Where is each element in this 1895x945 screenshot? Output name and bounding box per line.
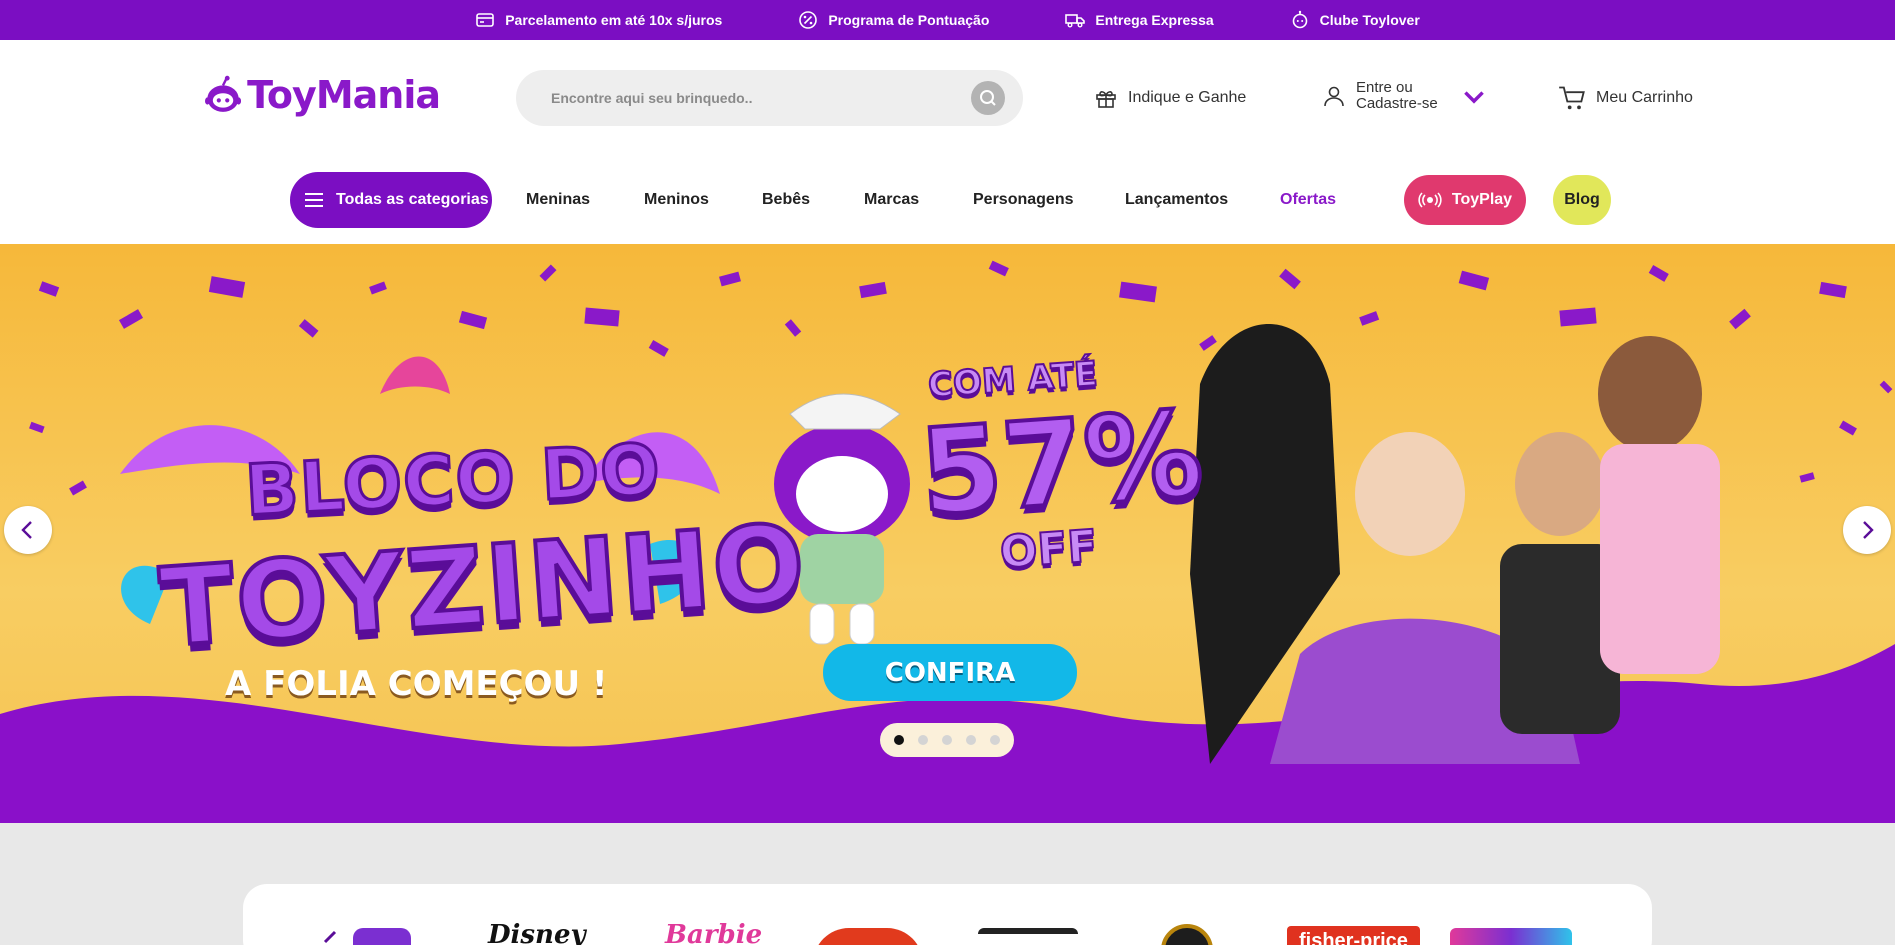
site-header: ToyMania Indique e Ganhe Entre ou Cadast… [0, 40, 1895, 244]
cart-label: Meu Carrinho [1596, 89, 1693, 106]
gift-icon [1096, 91, 1116, 108]
cart-icon [1559, 86, 1585, 110]
indique-e-ganhe-link[interactable]: Indique e Ganhe [1094, 86, 1246, 110]
carousel-dot-3[interactable] [942, 735, 952, 745]
promo-club[interactable]: Clube Toylover [1290, 10, 1420, 30]
all-categories-label: Todas as categorias [336, 191, 489, 208]
promo-label: Entrega Expressa [1095, 12, 1214, 28]
promo-label: Programa de Pontuação [828, 12, 990, 28]
carousel-dot-2[interactable] [918, 735, 928, 745]
carousel-dots [880, 723, 1014, 757]
chevron-down-icon[interactable] [1462, 84, 1486, 108]
cart-link[interactable]: Meu Carrinho [1558, 84, 1693, 112]
account-label-line1: Entre ou [1356, 79, 1413, 96]
hero-banner[interactable]: BLOCO DO TOYZINHO A FOLIA COMEÇOU ! COM … [0, 244, 1895, 823]
brand-logo-barbie[interactable]: Barbie [665, 920, 762, 945]
indique-label: Indique e Ganhe [1128, 89, 1247, 106]
promo-off-label: OFF [997, 520, 1100, 580]
promo-label: Clube Toylover [1319, 12, 1420, 28]
promo-delivery[interactable]: Entrega Expressa [1065, 10, 1214, 30]
brand-logo-fun[interactable] [353, 928, 411, 945]
carousel-dot-4[interactable] [966, 735, 976, 745]
hero-subtitle: A FOLIA COMEÇOU ! [225, 664, 608, 704]
toyplay-label: ToyPlay [1451, 191, 1513, 208]
search-input[interactable] [551, 90, 951, 106]
nav-lancamentos[interactable]: Lançamentos [1125, 172, 1228, 228]
broadcast-icon [1418, 192, 1442, 208]
search-button[interactable] [971, 81, 1005, 115]
blog-button[interactable]: Blog [1553, 175, 1611, 225]
nav-personagens[interactable]: Personagens [973, 172, 1073, 228]
all-categories-button[interactable]: Todas as categorias [290, 172, 492, 228]
club-mascot-icon [1292, 10, 1307, 29]
nav-meninos[interactable]: Meninos [644, 172, 709, 228]
promo-discount: 57% [914, 382, 1209, 543]
nav-bebes[interactable]: Bebês [762, 172, 810, 228]
search-bar [516, 70, 1023, 126]
main-nav: Todas as categorias Meninas Meninos Bebê… [0, 172, 1895, 228]
confira-button[interactable]: CONFIRA [823, 644, 1077, 701]
toyplay-button[interactable]: ToyPlay [1404, 175, 1526, 225]
chevron-right-icon [1863, 521, 1874, 539]
brand-strip: Disney Barbie fisher-price [243, 884, 1652, 945]
carousel-dot-5[interactable] [990, 735, 1000, 745]
logo-text: ToyMania [247, 73, 441, 117]
promo-points[interactable]: Programa de Pontuação [798, 10, 989, 30]
promo-label: Parcelamento em até 10x s/juros [505, 12, 723, 28]
nav-meninas[interactable]: Meninas [526, 172, 590, 228]
chevron-left-icon[interactable] [321, 930, 341, 945]
carousel-next-button[interactable] [1843, 506, 1891, 554]
hamburger-menu-icon [305, 193, 323, 207]
carousel-dot-1[interactable] [894, 735, 904, 745]
brand-logo-disney[interactable]: Disney [488, 920, 586, 945]
search-icon [980, 90, 996, 106]
brand-logo-illumination[interactable] [978, 928, 1078, 945]
credit-card-icon [476, 13, 495, 27]
brand-logo-fisher-price[interactable]: fisher-price [1287, 926, 1420, 945]
brand-logo-jurassic[interactable] [1161, 924, 1213, 945]
percent-badge-icon [799, 11, 818, 29]
carousel-prev-button[interactable] [4, 506, 52, 554]
mascot-logo-icon [205, 75, 242, 112]
user-icon [1324, 86, 1344, 107]
account-label: Entre ou Cadastre-se [1356, 80, 1438, 112]
toymania-logo[interactable]: ToyMania [205, 62, 441, 128]
brand-logo-imaginext[interactable] [1450, 928, 1572, 945]
nav-marcas[interactable]: Marcas [864, 172, 919, 228]
chevron-left-icon [21, 521, 32, 539]
promo-bar: Parcelamento em até 10x s/juros Programa… [0, 0, 1895, 40]
promo-installments[interactable]: Parcelamento em até 10x s/juros [475, 10, 722, 30]
account-label-line2: Cadastre-se [1356, 95, 1438, 112]
nav-ofertas[interactable]: Ofertas [1280, 172, 1336, 228]
brand-logo-hot-wheels[interactable] [813, 928, 923, 945]
account-login-link[interactable]: Entre ou Cadastre-se [1322, 80, 1486, 112]
delivery-truck-icon [1065, 14, 1086, 28]
